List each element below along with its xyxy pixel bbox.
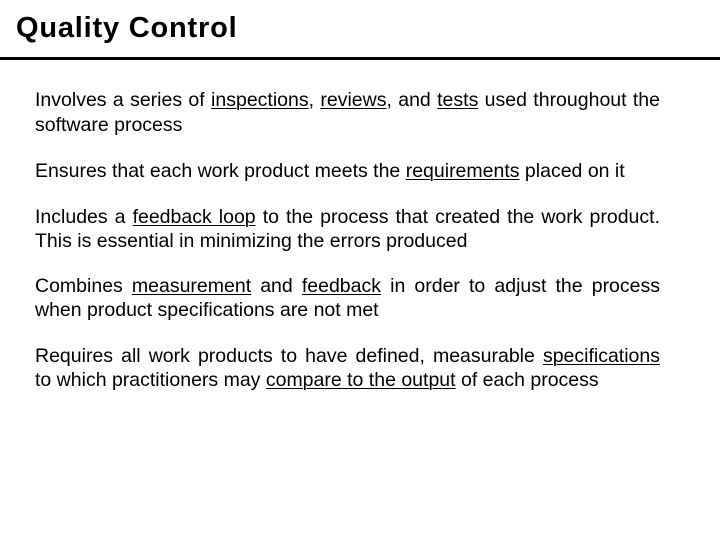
emphasized-term: reviews [320, 89, 387, 111]
title-divider [0, 57, 720, 60]
text-run: placed on it [519, 160, 625, 182]
emphasized-term: measurement [131, 274, 252, 297]
text-run: and [251, 274, 302, 297]
text-run: Combines [35, 274, 132, 297]
emphasized-term: feedback [301, 274, 382, 297]
body-paragraph-4: Combines measurement and feedback in ord… [35, 274, 660, 323]
emphasized-term: compare to the output [265, 369, 456, 391]
body-paragraph-5: Requires all work products to have defin… [35, 344, 660, 393]
emphasized-term: inspections [211, 89, 309, 111]
emphasized-term: tests [437, 89, 479, 111]
body-paragraph-2: Ensures that each work product meets the… [35, 159, 660, 184]
text-run: , [308, 89, 321, 111]
text-run: to which practitioners may [35, 369, 266, 391]
text-run: Includes a [35, 205, 133, 228]
emphasized-term: requirements [405, 160, 520, 182]
page-title: Quality Control [16, 12, 238, 44]
body-paragraph-1: Involves a series of inspections, review… [35, 88, 660, 137]
slide: Quality Control Involves a series of ins… [0, 0, 720, 540]
text-run: Involves a series of [35, 89, 212, 111]
emphasized-term: specifications [542, 344, 660, 367]
slide-body: Involves a series of inspections, review… [35, 88, 660, 393]
body-paragraph-3: Includes a feedback loop to the process … [35, 205, 660, 254]
text-run: of each process [455, 369, 599, 391]
text-run: , and [386, 89, 438, 111]
emphasized-term: feedback loop [132, 205, 256, 228]
text-run: Requires all work products to have defin… [35, 344, 543, 367]
text-run: Ensures that each work product meets the [35, 160, 406, 182]
